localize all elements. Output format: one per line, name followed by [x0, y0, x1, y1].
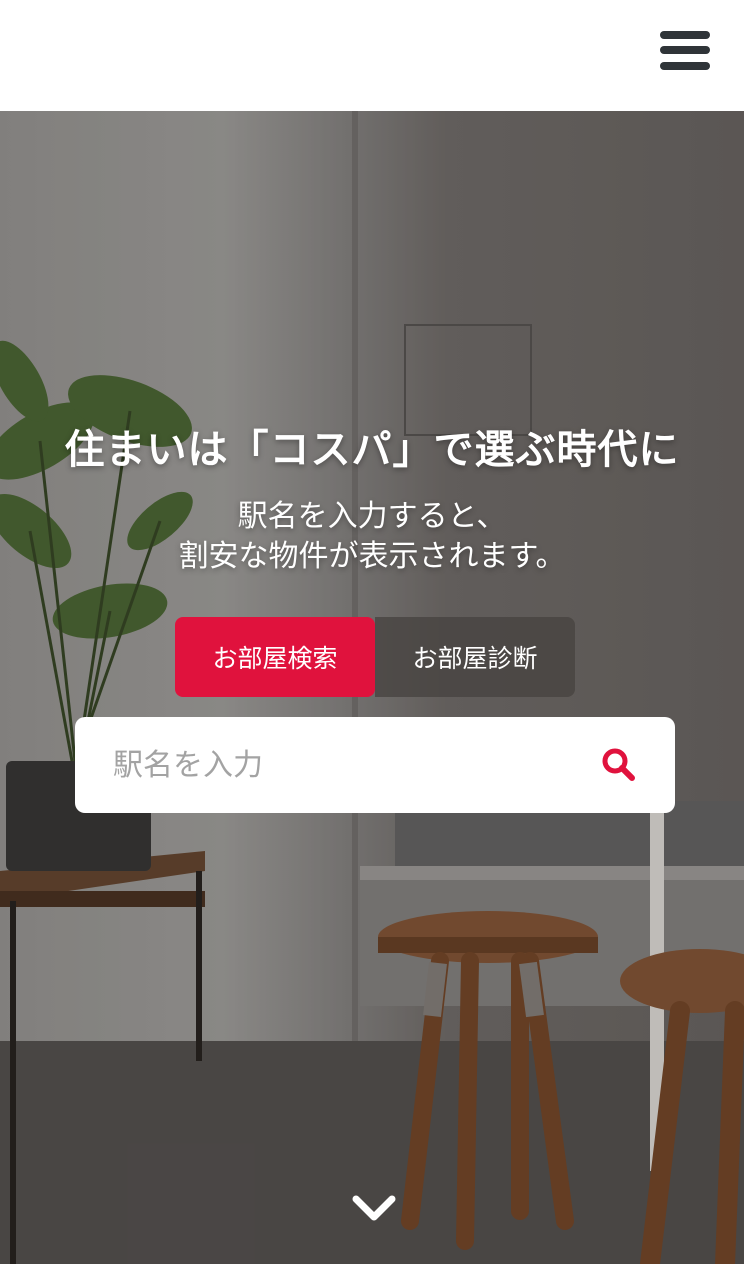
menu-bar: [660, 31, 710, 39]
tab-room-diagnosis[interactable]: お部屋診断: [375, 617, 575, 697]
menu-bar: [660, 46, 710, 54]
chevron-down-icon[interactable]: [350, 1191, 398, 1227]
station-search-input[interactable]: [113, 741, 593, 789]
hero-headline: 住まいは「コスパ」で選ぶ時代に: [64, 427, 680, 473]
hero-subline-2: 割安な物件が表示されます。: [178, 539, 566, 574]
hamburger-menu-button[interactable]: [656, 26, 714, 76]
menu-bar: [660, 62, 710, 70]
search-icon[interactable]: [599, 745, 639, 785]
hero-section: 住まいは「コスパ」で選ぶ時代に 駅名を入力すると、 割安な物件が表示されます。 …: [0, 111, 744, 1264]
station-search-box: [75, 717, 675, 813]
search-mode-tabs: お部屋検索 お部屋診断: [175, 617, 575, 697]
site-header: [0, 0, 744, 111]
tab-room-search[interactable]: お部屋検索: [175, 617, 375, 697]
hero-subline-1: 駅名を入力すると、: [237, 499, 507, 534]
